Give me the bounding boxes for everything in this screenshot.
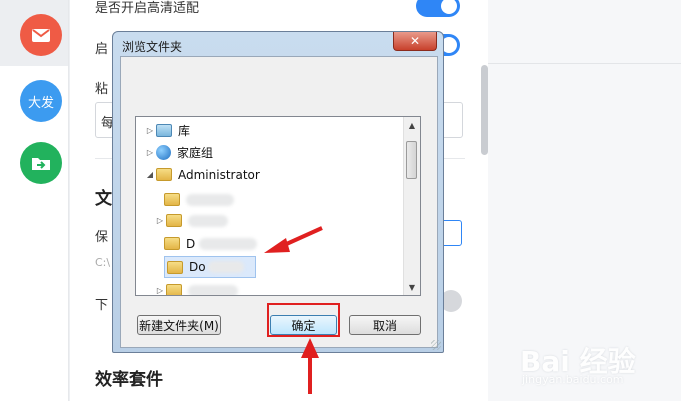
arrow-to-ok-button-icon — [301, 338, 319, 394]
arrow-to-selected-folder-icon — [264, 226, 323, 253]
baidu-watermark-url: jingyan.baidu.com — [522, 373, 624, 386]
